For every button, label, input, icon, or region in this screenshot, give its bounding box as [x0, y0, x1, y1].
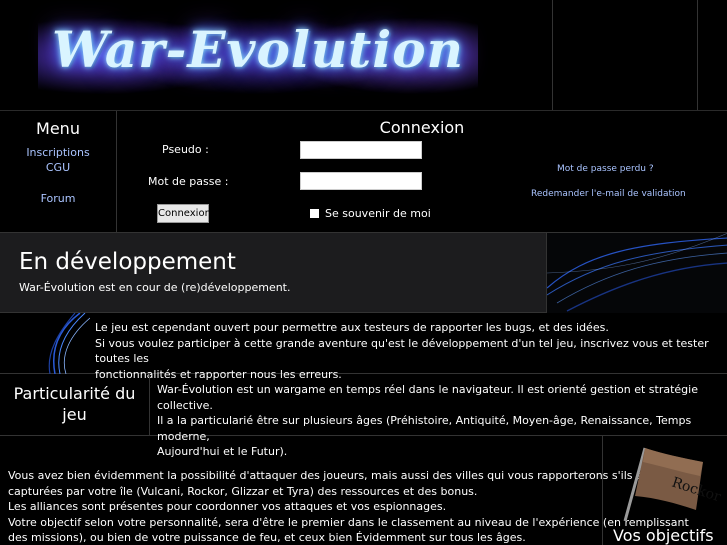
dev-title: En développement: [19, 249, 236, 275]
intro-line: Le jeu est cependant ouvert pour permett…: [95, 321, 609, 334]
objectifs-line: Vous avez bien évidemment la possibilité…: [8, 469, 660, 482]
objectifs-line: des missions), ou bien de votre puissanc…: [8, 531, 526, 544]
banner-divider: [697, 0, 698, 110]
objectifs-line: Les alliances sont présentes pour coordo…: [8, 500, 447, 513]
intro-line: Si vous voulez participer à cette grande…: [95, 336, 709, 366]
login-button[interactable]: Connexion: [157, 204, 211, 223]
password-label: Mot de passe :: [148, 175, 229, 188]
particularite-line: War-Évolution est un wargame en temps ré…: [157, 383, 698, 412]
objectifs-text: Vous avez bien évidemment la possibilité…: [8, 468, 689, 545]
dev-banner: En développement War-Évolution est en co…: [0, 232, 727, 313]
particularite-section: Particularité du jeu War-Évolution est u…: [0, 374, 727, 458]
swirl-small-graphic: [48, 313, 90, 374]
pseudo-label: Pseudo :: [162, 143, 209, 156]
objectifs-title: Vos objectifs: [613, 526, 714, 545]
menu-link-inscriptions[interactable]: Inscriptions: [0, 145, 116, 160]
menu-link-cgu[interactable]: CGU: [0, 160, 116, 175]
remember-me-checkbox[interactable]: [310, 209, 319, 218]
menu-panel: Menu Inscriptions CGU Forum: [0, 111, 117, 232]
blue-swirl-decoration: [40, 313, 90, 374]
blue-swirl-art: [546, 233, 727, 313]
objectifs-line: Votre objectif selon votre personnalité,…: [8, 515, 689, 529]
login-title: Connexion: [379, 118, 465, 137]
menu-link-forum[interactable]: Forum: [0, 191, 116, 206]
password-input[interactable]: [300, 172, 422, 190]
banner-divider: [552, 0, 553, 110]
menu-title: Menu: [36, 119, 80, 138]
particularite-title-line: Particularité du: [13, 384, 136, 403]
intro-section: Le jeu est cependant ouvert pour permett…: [0, 313, 727, 381]
header-banner: War-Evolution: [0, 0, 727, 111]
objectifs-line: capturées par votre île (Vulcani, Rockor…: [8, 484, 478, 498]
war-evolution-logo: War-Evolution: [38, 6, 478, 106]
intro-text: Le jeu est cependant ouvert pour permett…: [95, 320, 727, 382]
particularite-title-line: jeu: [62, 405, 87, 424]
dev-subtitle: War-Évolution est en cour de (re)dévelop…: [19, 281, 291, 294]
pseudo-input[interactable]: [300, 141, 422, 159]
resend-validation-link[interactable]: Redemander l'e-mail de validation: [531, 189, 686, 199]
forgot-password-link[interactable]: Mot de passe perdu ?: [557, 164, 654, 174]
remember-me-label: Se souvenir de moi: [325, 207, 431, 220]
particularite-title: Particularité du jeu: [0, 374, 150, 436]
swirl-graphic: [547, 233, 727, 312]
logo-text: War-Evolution: [52, 20, 464, 79]
